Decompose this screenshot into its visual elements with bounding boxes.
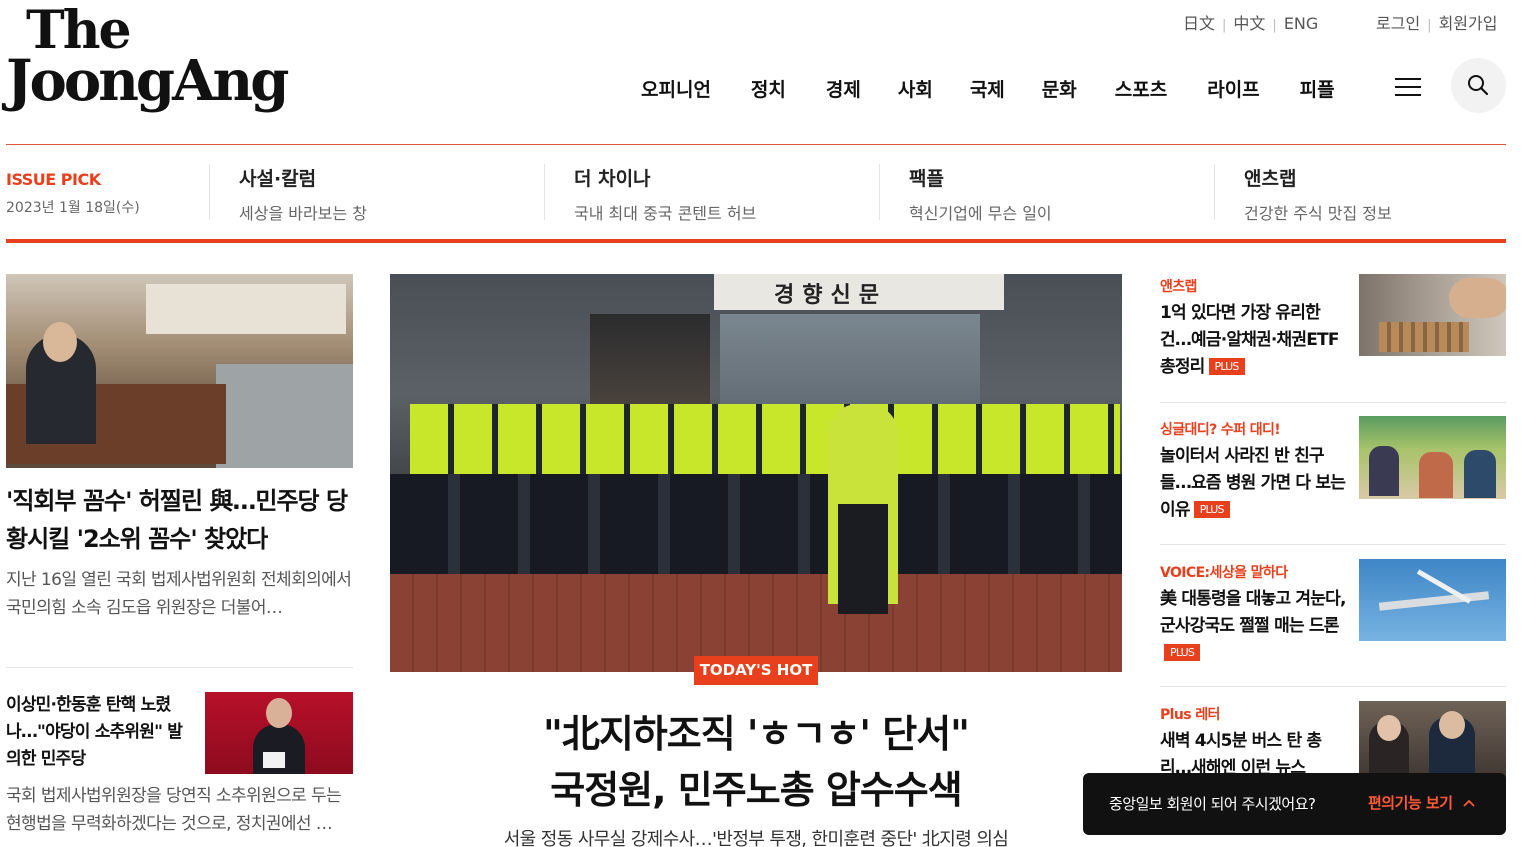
lang-chinese-link[interactable]: 中文: [1233, 14, 1265, 33]
side-story-title: 1억 있다면 가장 유리한 건…예금·알채권·채권ETF 총정리 PLUS: [1160, 303, 1339, 377]
language-links: 日文 | 中文 | ENG: [1183, 10, 1318, 34]
issue-pick-sub: 건강한 주식 맛집 정보: [1244, 204, 1392, 223]
side-story-title: 美 대통령을 대놓고 겨눈다, 군사강국도 쩔쩔 매는 드론PLUS: [1160, 589, 1346, 661]
issue-pick-item[interactable]: 사설·칼럼 세상을 바라보는 창: [209, 164, 367, 223]
left-divider: [6, 667, 353, 668]
main-story-subtitle[interactable]: 서울 정동 사무실 강제수사…'반정부 투쟁, 한미훈련 중단' 北지령 의심: [390, 825, 1122, 847]
issue-pick-title: 더 차이나: [574, 168, 651, 190]
separator: |: [1272, 18, 1277, 33]
issue-pick-title: 사설·칼럼: [239, 168, 317, 190]
side-divider: [1160, 402, 1506, 403]
story-1-summary[interactable]: 지난 16일 열린 국회 법제사법위원회 전체회의에서 국민의힘 소속 김도읍 …: [6, 566, 356, 622]
nav-item-economy[interactable]: 경제: [826, 75, 861, 102]
issue-pick-divider: [6, 239, 1506, 243]
issue-pick-title: 팩플: [909, 168, 944, 190]
todays-hot-badge: TODAY'S HOT: [694, 656, 818, 685]
nav-item-opinion[interactable]: 오피니언: [641, 75, 711, 102]
issue-pick-item[interactable]: 앤츠랩 건강한 주식 맛집 정보: [1214, 164, 1392, 223]
separator: |: [1222, 18, 1227, 33]
nav-item-life[interactable]: 라이프: [1207, 75, 1259, 102]
side-story-thumbnail[interactable]: [1359, 701, 1506, 783]
login-link[interactable]: 로그인: [1376, 14, 1420, 33]
side-story-thumbnail[interactable]: [1359, 416, 1506, 499]
issue-pick-item[interactable]: 더 차이나 국내 최대 중국 콘텐트 허브: [544, 164, 756, 223]
header-divider: [6, 144, 1506, 145]
separator: |: [1427, 18, 1432, 33]
nav-item-society[interactable]: 사회: [898, 75, 933, 102]
issue-pick-sub: 국내 최대 중국 콘텐트 허브: [574, 204, 757, 223]
main-story-photo[interactable]: 경향신문: [390, 274, 1122, 672]
site-logo[interactable]: The JoongAng: [6, 5, 318, 116]
lang-japanese-link[interactable]: 日文: [1183, 14, 1215, 33]
nav-item-culture[interactable]: 문화: [1042, 75, 1077, 102]
issue-pick-title: 앤츠랩: [1244, 168, 1297, 190]
hamburger-menu-icon[interactable]: [1395, 78, 1421, 96]
side-divider: [1160, 686, 1506, 687]
issue-pick-label: ISSUE PICK: [6, 170, 101, 189]
search-button[interactable]: [1451, 58, 1506, 113]
search-icon: [1468, 75, 1489, 96]
issue-pick: ISSUE PICK 2023년 1월 18일(수): [6, 170, 140, 217]
issue-pick-item[interactable]: 팩플 혁신기업에 무슨 일이: [879, 164, 1052, 223]
story-1-photo[interactable]: [6, 274, 353, 468]
chevron-up-icon: [1463, 799, 1475, 807]
issue-pick-sub: 혁신기업에 무슨 일이: [909, 204, 1052, 223]
nav-item-international[interactable]: 국제: [970, 75, 1005, 102]
lang-english-link[interactable]: ENG: [1284, 14, 1318, 33]
side-divider: [1160, 544, 1506, 545]
main-headline-line-2: 국정원, 민주노총 압수수색: [550, 768, 962, 812]
story-2-headline[interactable]: 이상민·한동훈 탄핵 노렸나…"야당이 소추위원" 발의한 민주당: [6, 692, 196, 773]
photo-building-sign: 경향신문: [714, 274, 1004, 310]
plus-badge: PLUS: [1164, 644, 1201, 661]
toast-features-button[interactable]: 편의기능 보기: [1368, 792, 1475, 813]
story-2-summary[interactable]: 국회 법제사법위원장을 당연직 소추위원으로 두는 현행법을 무력화하겠다는 것…: [6, 782, 356, 838]
nav-item-politics[interactable]: 정치: [751, 75, 786, 102]
signup-link[interactable]: 회원가입: [1439, 14, 1498, 33]
side-story-title: 놀이터서 사라진 반 친구들…요즘 병원 가면 다 보는 이유 PLUS: [1160, 446, 1346, 520]
membership-toast: 중앙일보 회원이 되어 주시겠어요? 편의기능 보기: [1083, 773, 1506, 835]
issue-pick-date: 2023년 1월 18일(수): [6, 200, 140, 216]
plus-badge: PLUS: [1208, 358, 1245, 375]
story-2-photo[interactable]: [205, 692, 353, 774]
main-nav: 오피니언 정치 경제 사회 국제 문화 스포츠 라이프 피플: [641, 75, 1335, 102]
logo-line-2: JoongAng: [6, 48, 289, 114]
main-story-headline[interactable]: "北지하조직 'ㅎㄱㅎ' 단서" 국정원, 민주노총 압수수색: [390, 706, 1122, 818]
side-story-thumbnail[interactable]: [1359, 559, 1506, 641]
main-headline-line-1: "北지하조직 'ㅎㄱㅎ' 단서": [543, 712, 970, 756]
user-links: 로그인 | 회원가입: [1376, 10, 1497, 34]
story-1-headline[interactable]: '직회부 꼼수' 허찔린 與…민주당 당황시킬 '2소위 꼼수' 찾았다: [6, 482, 356, 558]
nav-item-sports[interactable]: 스포츠: [1115, 75, 1167, 102]
nav-item-people[interactable]: 피플: [1300, 75, 1335, 102]
toast-message: 중앙일보 회원이 되어 주시겠어요?: [1109, 795, 1316, 813]
plus-badge: PLUS: [1193, 501, 1230, 518]
issue-pick-sub: 세상을 바라보는 창: [239, 204, 367, 223]
photo-sign-text: 경향신문: [774, 283, 887, 308]
side-story-thumbnail[interactable]: [1359, 274, 1506, 356]
